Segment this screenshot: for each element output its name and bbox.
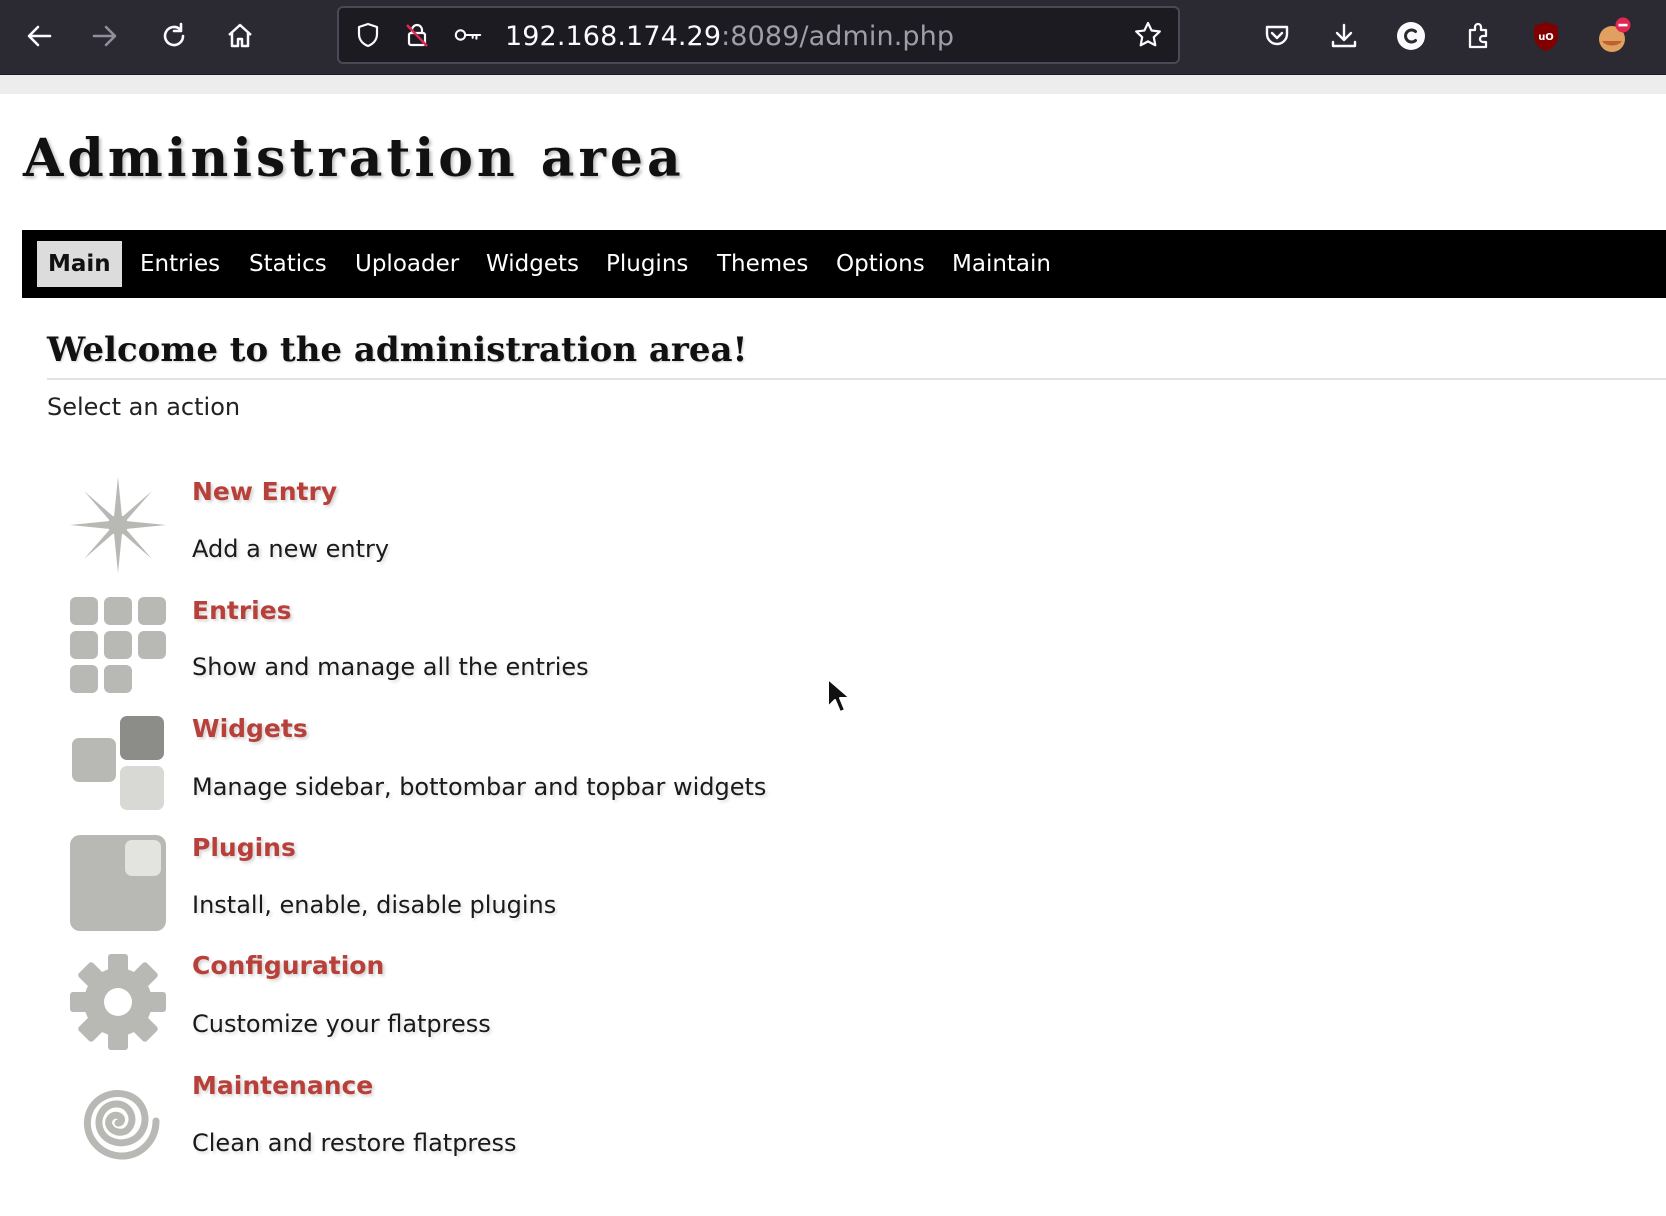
entries-link[interactable]: Entries [192, 596, 292, 625]
profile-button[interactable] [1592, 14, 1636, 58]
shield-icon[interactable] [353, 20, 383, 50]
reload-icon [163, 22, 185, 47]
extensions-icon [1468, 22, 1488, 49]
page-title: Administration area [23, 128, 685, 189]
new-entry-star-icon[interactable] [70, 477, 166, 573]
nav-tab-statics[interactable]: Statics [249, 241, 327, 287]
mouse-cursor-icon [827, 678, 851, 713]
url-text[interactable]: 192.168.174.29:8089/admin.php [505, 21, 954, 52]
pocket-icon [1265, 25, 1289, 46]
svg-text:uO: uO [1538, 32, 1554, 43]
plugins-square-icon[interactable] [70, 835, 166, 931]
ublock-button[interactable]: uO [1524, 14, 1568, 58]
insecure-lock-icon[interactable] [402, 20, 432, 50]
url-host: 192.168.174.29 [505, 21, 722, 52]
maintenance-description: Clean and restore flatpress [192, 1129, 517, 1157]
forward-button[interactable] [83, 14, 127, 58]
back-button[interactable] [17, 14, 61, 58]
widgets-link[interactable]: Widgets [192, 714, 308, 743]
back-icon [27, 25, 52, 47]
entries-description: Show and manage all the entries [192, 653, 589, 681]
downloads-button[interactable] [1322, 14, 1366, 58]
key-icon[interactable] [453, 20, 483, 50]
nav-tab-uploader[interactable]: Uploader [355, 241, 459, 287]
widgets-description: Manage sidebar, bottombar and topbar wid… [192, 773, 767, 801]
intro-text: Select an action [47, 393, 241, 421]
configuration-description: Customize your flatpress [192, 1010, 491, 1038]
nav-tab-main[interactable]: Main [37, 241, 122, 287]
plugins-description: Install, enable, disable plugins [192, 891, 557, 919]
page-top-strip [0, 75, 1666, 94]
home-button[interactable] [218, 14, 262, 58]
configuration-gear-icon[interactable] [70, 954, 166, 1050]
forward-icon [92, 25, 117, 47]
extension-c-button[interactable] [1389, 14, 1433, 58]
bookmark-star-icon[interactable] [1133, 20, 1163, 50]
download-icon [1331, 23, 1357, 48]
extensions-button[interactable] [1457, 14, 1501, 58]
nav-tab-themes[interactable]: Themes [717, 241, 808, 287]
profile-icon [1599, 17, 1631, 52]
nav-tab-options[interactable]: Options [836, 241, 925, 287]
admin-nav: Main Entries Statics Uploader Widgets Pl… [22, 230, 1666, 298]
url-bar[interactable]: 192.168.174.29:8089/admin.php [337, 6, 1180, 64]
nav-tab-entries[interactable]: Entries [140, 241, 220, 287]
nav-tab-maintain[interactable]: Maintain [952, 241, 1051, 287]
plugins-link[interactable]: Plugins [192, 833, 296, 862]
nav-tab-widgets[interactable]: Widgets [486, 241, 579, 287]
configuration-link[interactable]: Configuration [192, 951, 384, 980]
pocket-button[interactable] [1255, 14, 1299, 58]
nav-tab-plugins[interactable]: Plugins [606, 241, 688, 287]
entries-grid-icon[interactable] [70, 597, 166, 693]
new-entry-description: Add a new entry [192, 535, 390, 563]
maintenance-spiral-icon[interactable] [70, 1073, 166, 1169]
reload-button[interactable] [152, 14, 196, 58]
welcome-heading: Welcome to the administration area! [47, 330, 748, 370]
maintenance-link[interactable]: Maintenance [192, 1071, 373, 1100]
ublock-icon: uO [1534, 22, 1558, 51]
home-icon [228, 23, 252, 48]
new-entry-link[interactable]: New Entry [192, 477, 337, 506]
heading-divider [47, 378, 1666, 380]
url-path: :8089/admin.php [721, 21, 955, 52]
extension-c-icon [1397, 22, 1425, 50]
widgets-blocks-icon[interactable] [70, 716, 166, 812]
browser-toolbar: 192.168.174.29:8089/admin.php uO [0, 0, 1666, 75]
